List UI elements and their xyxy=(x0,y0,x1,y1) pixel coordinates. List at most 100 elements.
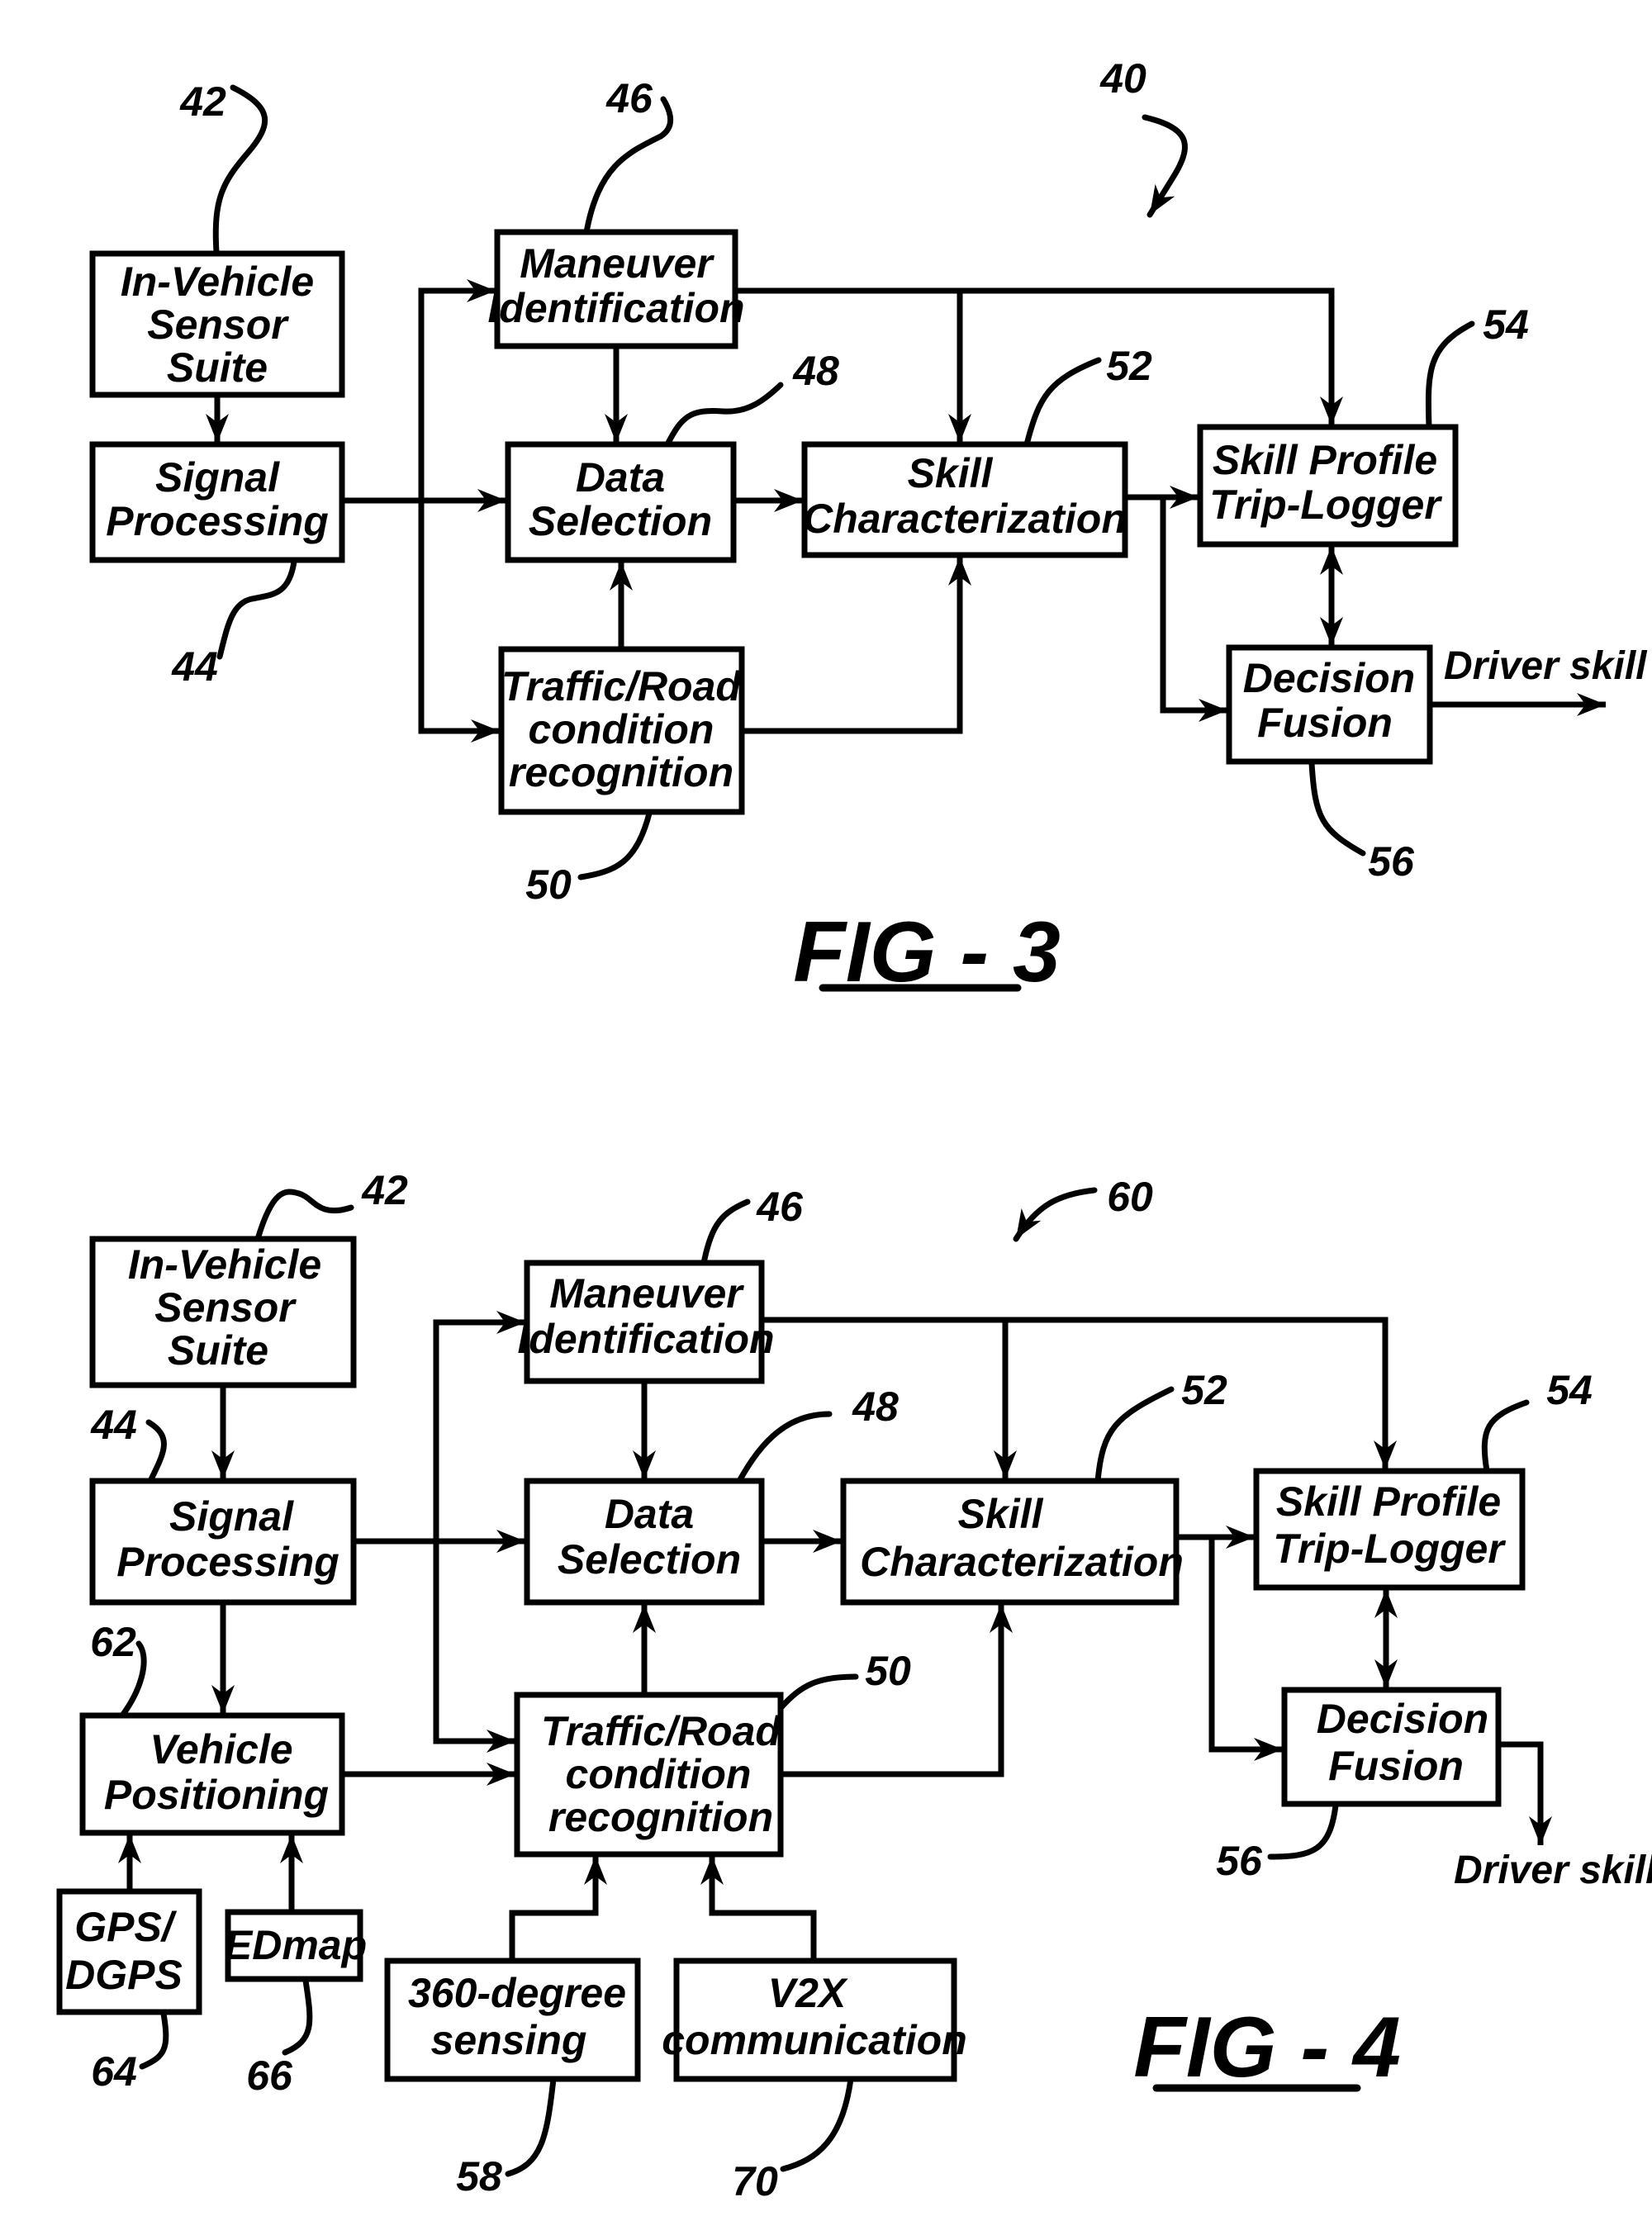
leader-line xyxy=(139,2010,169,2070)
fig4-block-gps: GPS/DGPS xyxy=(56,1888,202,2015)
block-label-line: Skill Profile xyxy=(1276,1478,1501,1525)
svg-text:Traffic/Roadconditionrecogniti: Traffic/Road condition recognition xyxy=(541,1708,781,1840)
block-label-line: Skill Profile xyxy=(1213,437,1437,483)
ref-numeral: 50 xyxy=(865,1648,911,1694)
fig3-driver-skill-label: Driver skill xyxy=(1444,644,1648,688)
leader-line xyxy=(664,382,784,448)
fig4-arrow-v2x-to-traffic xyxy=(700,1856,817,1961)
ref-numeral: 54 xyxy=(1546,1367,1593,1413)
leader-line xyxy=(1481,1399,1530,1474)
block-label-line: condition xyxy=(529,706,714,752)
ref-numeral: 40 xyxy=(1099,55,1146,102)
fig3-block-data-selection: Data Selection xyxy=(505,441,737,563)
fig4-bus-to-maneuver xyxy=(433,1311,525,1741)
block-label-line: Suite xyxy=(168,1327,268,1374)
ref-numeral: 62 xyxy=(90,1619,136,1665)
fig4-bus-to-traffic xyxy=(433,1541,515,1753)
fig4-block-signal-processing: Signal Processing xyxy=(89,1478,357,1606)
fig4-block-vehicle-positioning: Vehicle Positioning xyxy=(79,1712,345,1836)
ref-numeral: 56 xyxy=(1216,1838,1263,1884)
block-label-line: Data xyxy=(605,1491,694,1537)
svg-text:DecisionFusion: Decision Fusion xyxy=(1317,1696,1488,1789)
leader-line xyxy=(1094,1386,1175,1484)
fig3-block-traffic-road: Traffic/Road condition recognition xyxy=(498,646,745,815)
leader-line xyxy=(777,1673,859,1711)
svg-text:Skill ProfileTrip-Logger: Skill Profile Trip-Logger xyxy=(1273,1478,1506,1572)
svg-text:Skill ProfileTrip-Logger: Skill Profile Trip-Logger xyxy=(1209,437,1442,528)
leader-line xyxy=(780,2076,854,2172)
ref-numeral: 64 xyxy=(91,2048,137,2095)
block-label-line: recognition xyxy=(548,1794,773,1840)
block-label-line: Fusion xyxy=(1257,700,1393,746)
block-label-line: Processing xyxy=(106,498,329,544)
block-label-line: Trip-Logger xyxy=(1209,482,1442,528)
block-label-line: Traffic/Road xyxy=(501,663,742,709)
fig3-block-maneuver-identification: Maneuver Identification xyxy=(487,229,745,349)
fig4-driver-skill-label: Driver skill xyxy=(1454,1848,1652,1892)
block-label-line: sensing xyxy=(431,2017,587,2063)
block-label-line: Traffic/Road xyxy=(541,1708,781,1754)
fig4-block-skill-profile: Skill Profile Trip-Logger xyxy=(1253,1468,1526,1591)
block-label-line: 360-degree xyxy=(408,1970,626,2016)
leader-line xyxy=(700,1198,751,1266)
leader-line xyxy=(505,2076,557,2177)
svg-text:ManeuverIdentification: Maneuver Identification xyxy=(487,240,744,331)
block-label-line: Selection xyxy=(558,1536,741,1583)
fig4-block-maneuver-identification: Maneuver Identification xyxy=(517,1260,775,1384)
leader-line xyxy=(282,1977,313,2056)
ref-numeral: 56 xyxy=(1368,838,1415,885)
system-arrow xyxy=(1142,114,1188,218)
svg-text:DecisionFusion: Decision Fusion xyxy=(1243,655,1415,746)
block-label-line: Suite xyxy=(167,344,268,391)
patent-drawing-sheet: In-Vehicle Sensor Suite Signal Processing M… xyxy=(56,55,1652,2204)
leader-line xyxy=(1023,357,1102,448)
svg-text:ManeuverIdentification: Maneuver Identification xyxy=(517,1270,774,1362)
block-label-line: EDmap xyxy=(225,1922,367,1968)
block-label-line: condition xyxy=(566,1751,752,1797)
block-label-line: Skill xyxy=(908,450,994,496)
ref-numeral: 42 xyxy=(179,78,226,125)
fig4-caption: FIG - 4 xyxy=(1133,2000,1401,2095)
leader-line xyxy=(254,1189,354,1242)
fig3-block-sensor-suite: In-Vehicle Sensor Suite xyxy=(89,250,345,398)
fig3-bus-to-traffic xyxy=(418,501,500,743)
fig4-block-v2x: V2X communication xyxy=(662,1958,967,2082)
ref-numeral: 66 xyxy=(246,2053,293,2099)
block-label-line: Vehicle xyxy=(150,1726,292,1773)
block-label-line: Selection xyxy=(529,498,712,544)
block-label-line: Characterization xyxy=(860,1539,1184,1585)
block-label-line: DGPS xyxy=(65,1952,183,1998)
block-label-line: In-Vehicle xyxy=(121,259,314,305)
leader-line xyxy=(145,1419,167,1484)
ref-numeral: 46 xyxy=(756,1184,804,1230)
block-label-line: communication xyxy=(662,2017,966,2063)
block-label-line: Decision xyxy=(1317,1696,1488,1742)
ref-numeral: 48 xyxy=(852,1383,899,1430)
fig4-block-skill-characterization: Skill Characterization xyxy=(840,1478,1184,1606)
block-label-line: Fusion xyxy=(1328,1743,1464,1789)
ref-numeral: 46 xyxy=(605,75,653,121)
fig4-arrow-driver-skill-output xyxy=(1498,1741,1552,1845)
svg-text:EDmap: EDmap xyxy=(225,1922,367,1968)
fig4-block-decision-fusion: Decision Fusion xyxy=(1281,1687,1502,1807)
block-label-line: Processing xyxy=(116,1539,339,1585)
figure-4: In-Vehicle Sensor Suite Signal Processing V… xyxy=(56,1167,1652,2204)
block-label-line: Skill xyxy=(958,1491,1044,1537)
ref-numeral: 44 xyxy=(171,643,218,690)
ref-numeral: 50 xyxy=(525,861,572,908)
fig3-arrow-traffic-to-skill xyxy=(742,557,971,734)
svg-text:Traffic/Roadconditionrecogniti: Traffic/Road condition recognition xyxy=(501,663,742,795)
block-label-line: Sensor xyxy=(154,1284,297,1331)
fig3-block-decision-fusion: Decision Fusion xyxy=(1226,644,1433,765)
leader-line xyxy=(216,558,297,660)
leader-line xyxy=(736,1411,833,1484)
ref-numeral: 42 xyxy=(361,1167,408,1213)
fig4-block-sensor-suite: In-Vehicle Sensor Suite xyxy=(89,1236,357,1388)
fig4-arrow-360-to-traffic xyxy=(509,1856,607,1961)
block-label-line: V2X xyxy=(768,1970,848,2016)
block-label-line: Data xyxy=(576,454,665,501)
leader-line xyxy=(1308,760,1366,857)
block-label-line: Positioning xyxy=(104,1772,329,1818)
ref-numeral: 48 xyxy=(792,348,839,394)
block-label-line: Characterization xyxy=(803,496,1127,542)
